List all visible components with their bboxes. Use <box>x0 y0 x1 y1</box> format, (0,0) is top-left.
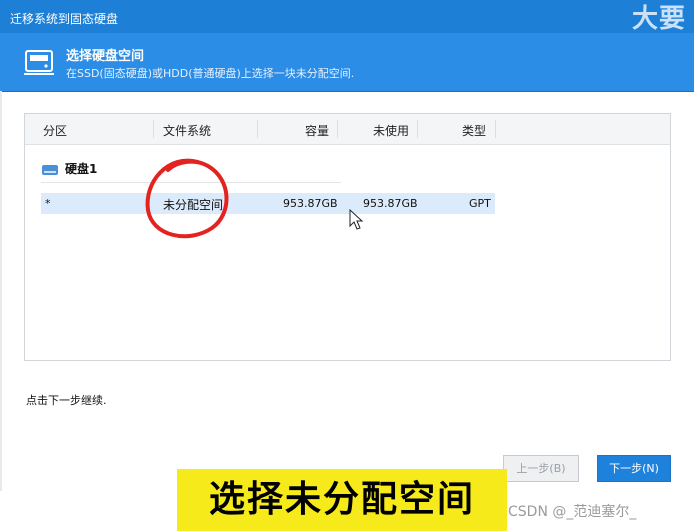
column-header-partition[interactable]: 分区 <box>43 122 67 139</box>
column-separator <box>257 120 258 138</box>
page-subtitle: 在SSD(固态硬盘)或HDD(普通硬盘)上选择一块未分配空间. <box>66 67 355 80</box>
unused-cell: 953.87GB <box>363 197 418 210</box>
disk-icon <box>42 164 58 175</box>
type-cell: GPT <box>469 197 491 210</box>
column-header-type[interactable]: 类型 <box>462 122 486 139</box>
partition-cell: * <box>45 197 51 210</box>
capacity-cell: 953.87GB <box>283 197 338 210</box>
header-banner: 选择硬盘空间 在SSD(固态硬盘)或HDD(普通硬盘)上选择一块未分配空间. <box>0 33 694 92</box>
table-header: 分区 文件系统 容量 未使用 类型 <box>25 114 670 145</box>
window-title: 迁移系统到固态硬盘 <box>10 12 119 26</box>
title-bar: 迁移系统到固态硬盘 大要 <box>0 0 694 34</box>
filesystem-cell: 未分配空间 <box>163 198 224 212</box>
page-heading: 选择硬盘空间 <box>66 49 145 64</box>
column-separator <box>153 120 154 138</box>
watermark: CSDN @_范迪塞尔_ <box>508 504 637 520</box>
prev-button[interactable]: 上一步(B) <box>503 455 579 482</box>
disk-label: 硬盘1 <box>65 162 98 176</box>
column-header-unused[interactable]: 未使用 <box>373 122 409 139</box>
video-caption: 选择未分配空间 <box>177 469 507 531</box>
column-header-filesystem[interactable]: 文件系统 <box>163 122 211 139</box>
hard-drive-icon <box>24 50 54 75</box>
disk-group[interactable]: 硬盘1 <box>41 160 97 177</box>
table-row[interactable]: * 未分配空间 953.87GB 953.87GB GPT <box>41 193 495 214</box>
next-button[interactable]: 下一步(N) <box>597 455 671 482</box>
column-header-capacity[interactable]: 容量 <box>305 122 329 139</box>
hint-text: 点击下一步继续. <box>26 394 107 407</box>
divider <box>0 91 2 491</box>
column-separator <box>495 120 496 138</box>
divider <box>41 182 341 183</box>
column-separator <box>417 120 418 138</box>
partition-table: 分区 文件系统 容量 未使用 类型 硬盘1 * 未分配空间 953.87GB 9… <box>24 113 671 361</box>
mouse-cursor-icon <box>349 209 364 230</box>
column-separator <box>337 120 338 138</box>
brand-logo: 大要 <box>631 4 686 34</box>
